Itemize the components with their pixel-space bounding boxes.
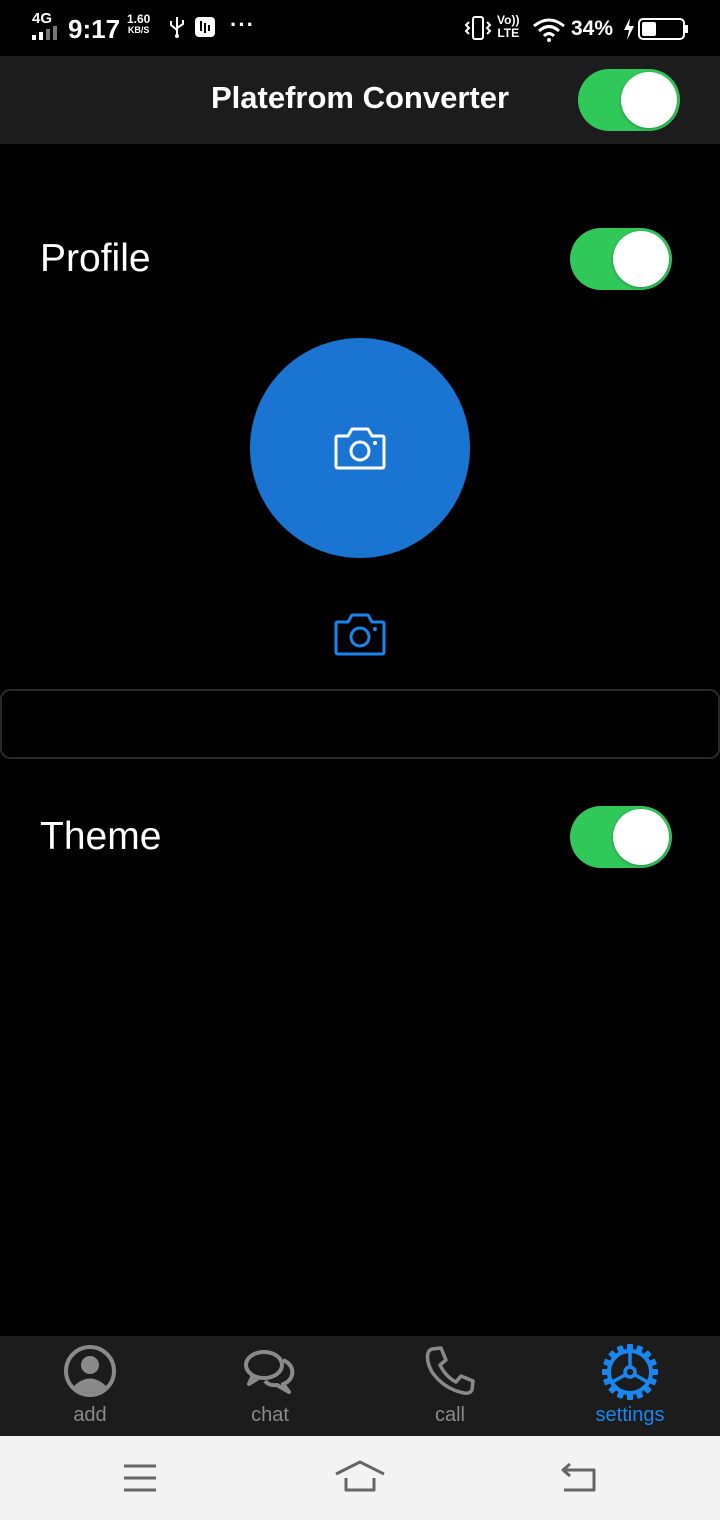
home-icon — [335, 1460, 385, 1492]
account-circle-icon — [64, 1345, 116, 1397]
app-header: Platefrom Converter — [0, 56, 720, 144]
signal-icon — [32, 26, 57, 40]
nav-label-call: call — [434, 1404, 465, 1426]
network-speed-unit: KB/S — [127, 25, 150, 35]
toggle-knob — [613, 231, 669, 287]
nav-item-chat[interactable]: chat — [180, 1336, 360, 1436]
volte-bottom: LTE — [497, 26, 520, 40]
toggle-knob — [621, 72, 677, 128]
chat-bubbles-icon — [244, 1350, 295, 1394]
clock: 9:17 — [68, 14, 121, 44]
bottom-navigation: add chat call settings — [0, 1336, 720, 1436]
volte-indicator: Vo)) LTE — [497, 14, 519, 40]
camera-icon — [334, 427, 386, 470]
nav-label-chat: chat — [251, 1404, 289, 1426]
usb-debug-icon — [195, 17, 215, 37]
vibrate-icon — [464, 16, 492, 40]
network-speed-value: 1.60 — [127, 12, 151, 26]
battery-percent: 34% — [571, 17, 614, 40]
nav-label-settings: settings — [595, 1404, 665, 1426]
gear-icon — [602, 1344, 658, 1400]
profile-avatar[interactable] — [250, 338, 470, 558]
menu-button[interactable] — [110, 1456, 170, 1500]
theme-label: Theme — [40, 815, 162, 858]
network-speed: 1.60 KB/S — [127, 12, 151, 36]
usb-icon — [170, 17, 184, 38]
name-input[interactable] — [0, 689, 720, 759]
camera-icon — [334, 613, 386, 656]
menu-icon — [124, 1464, 156, 1492]
header-toggle[interactable] — [578, 69, 680, 131]
phone-icon — [425, 1346, 475, 1395]
system-navigation-bar — [0, 1436, 720, 1520]
home-button[interactable] — [330, 1456, 390, 1500]
back-icon — [561, 1462, 596, 1492]
nav-item-call[interactable]: call — [360, 1336, 540, 1436]
toggle-knob — [613, 809, 669, 865]
profile-label: Profile — [40, 237, 151, 280]
wifi-icon — [533, 18, 565, 42]
theme-toggle[interactable] — [570, 806, 672, 868]
nav-label-add: add — [73, 1404, 107, 1426]
network-type: 4G — [32, 10, 53, 27]
back-button[interactable] — [548, 1456, 608, 1500]
status-bar: 4G 9:17 1.60 KB/S ··· Vo)) LTE 34% — [0, 0, 720, 56]
nav-item-settings[interactable]: settings — [540, 1336, 720, 1436]
overflow-dots: ··· — [230, 12, 255, 37]
nav-item-add[interactable]: add — [0, 1336, 180, 1436]
camera-button[interactable] — [334, 612, 386, 656]
battery-charging-icon — [624, 18, 688, 40]
profile-toggle[interactable] — [570, 228, 672, 290]
